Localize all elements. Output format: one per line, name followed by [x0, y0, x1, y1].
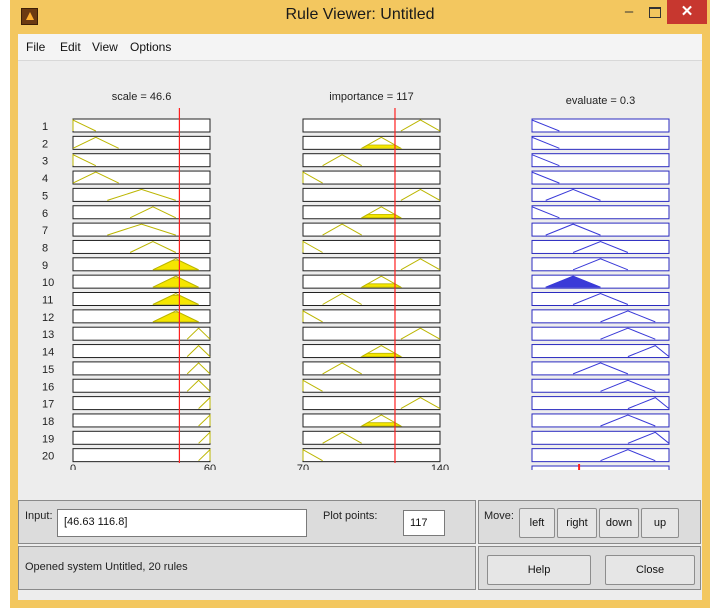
- rule-number: 13: [42, 329, 54, 341]
- mf-box: [531, 378, 670, 393]
- mf-box: [531, 344, 670, 359]
- maximize-icon: [649, 7, 661, 18]
- mf-box: [531, 361, 670, 376]
- rule-number: 9: [42, 260, 48, 272]
- move-up-button[interactable]: up: [641, 508, 679, 538]
- mf-box: [72, 344, 211, 359]
- mf-box: [531, 430, 670, 445]
- mf-box: [531, 257, 670, 272]
- move-right-button[interactable]: right: [557, 508, 597, 538]
- mf-box: [72, 222, 211, 237]
- maximize-button[interactable]: [643, 0, 667, 24]
- input-header: scale = 46.6: [112, 91, 172, 103]
- client-area: File Edit View Options 1 2 3 4 5 6 7 8 9 10 11 12 13…: [18, 34, 702, 600]
- close-button[interactable]: Close: [605, 555, 695, 585]
- rule-number: 4: [42, 173, 48, 185]
- rule-number: 10: [42, 277, 54, 289]
- input-field[interactable]: [46.63 116.8]: [57, 509, 307, 537]
- rule-number: 18: [42, 416, 54, 428]
- rule-number: 1: [42, 121, 48, 133]
- rule-number: 2: [42, 138, 48, 150]
- rule-number: 16: [42, 381, 54, 393]
- status-panel: Opened system Untitled, 20 rules: [18, 546, 476, 590]
- mf-box: [72, 361, 211, 376]
- rule-number: 3: [42, 156, 48, 168]
- mf-box: [531, 326, 670, 341]
- mf-box: [531, 118, 670, 133]
- rule-number: 17: [42, 399, 54, 411]
- move-down-button[interactable]: down: [599, 508, 639, 538]
- move-panel: Move: left right down up: [478, 500, 701, 544]
- mf-box: [72, 187, 211, 202]
- rule-number: 11: [42, 295, 53, 307]
- axis-tick-label: 70: [297, 463, 309, 470]
- mf-box: [302, 378, 441, 393]
- move-label: Move:: [484, 510, 514, 522]
- axis-tick-label: 60: [204, 463, 216, 470]
- input-panel: Input: [46.63 116.8] Plot points: 117: [18, 500, 476, 544]
- mf-box: [531, 205, 670, 220]
- mf-box: [72, 413, 211, 428]
- status-text: Opened system Untitled, 20 rules: [25, 561, 188, 573]
- window-frame: Rule Viewer: Untitled – ✕ File Edit View…: [10, 0, 710, 608]
- rule-number: 8: [42, 242, 48, 254]
- input-label: Input:: [25, 510, 53, 522]
- mf-box: [531, 292, 670, 306]
- plot-points-label: Plot points:: [323, 510, 378, 522]
- mf-box: [531, 413, 670, 428]
- rule-number: 15: [42, 364, 54, 376]
- move-left-button[interactable]: left: [519, 508, 555, 538]
- mf-box: [531, 309, 670, 324]
- mf-box: [531, 448, 670, 463]
- rule-number: 12: [42, 312, 54, 324]
- mf-box: [531, 153, 670, 168]
- mf-box: [302, 170, 441, 185]
- rule-number: 6: [42, 208, 48, 220]
- rule-plot-area[interactable]: 1234567891011121314151617181920scale = 4…: [18, 34, 702, 470]
- rule-number: 5: [42, 190, 48, 202]
- mf-box: [531, 170, 670, 185]
- window-title: Rule Viewer: Untitled: [285, 6, 435, 23]
- rule-number: 20: [42, 451, 54, 463]
- rule-number: 14: [42, 347, 54, 359]
- title-bar[interactable]: Rule Viewer: Untitled – ✕: [10, 0, 710, 34]
- mf-box: [531, 187, 670, 202]
- mf-box: [302, 448, 441, 463]
- mf-box: [531, 135, 670, 150]
- rule-number: 7: [42, 225, 48, 237]
- axis-tick-label: 140: [431, 463, 449, 470]
- mf-box: [72, 430, 211, 445]
- output-header: evaluate = 0.3: [566, 95, 635, 107]
- mf-box: [302, 239, 441, 254]
- mf-box: [302, 309, 441, 324]
- minimize-button[interactable]: –: [618, 0, 640, 24]
- axis-tick-label: 0: [70, 463, 76, 470]
- action-panel: Help Close: [478, 546, 701, 590]
- mf-box: [531, 396, 670, 411]
- input-header: importance = 117: [329, 91, 414, 103]
- mf-box: [72, 448, 211, 463]
- plot-points-field[interactable]: 117: [403, 510, 445, 536]
- mf-box: [531, 222, 670, 237]
- mf-box: [72, 326, 211, 341]
- aggregate-box: [531, 465, 670, 470]
- rule-number: 19: [42, 433, 54, 445]
- mf-box: [72, 396, 211, 411]
- mf-box: [72, 378, 211, 393]
- help-button[interactable]: Help: [487, 555, 591, 585]
- close-window-button[interactable]: ✕: [667, 0, 707, 24]
- mf-box: [531, 239, 670, 254]
